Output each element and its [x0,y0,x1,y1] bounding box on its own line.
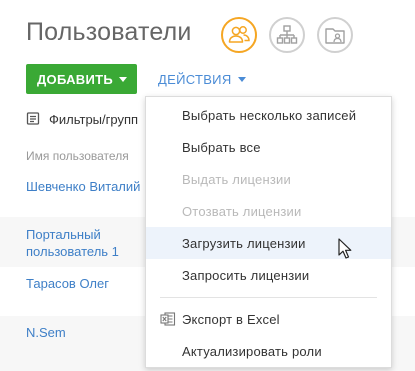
user-name-link[interactable]: N.Sem [26,324,66,341]
user-name-link[interactable]: Тарасов Олег [26,275,109,292]
mouse-cursor-icon [338,238,352,259]
folder-view-button[interactable] [317,17,353,53]
menu-item-label: Загрузить лицензии [182,235,306,251]
chevron-down-icon [119,76,128,82]
menu-divider [160,297,377,298]
menu-item-label: Запросить лицензии [182,267,310,283]
filters-label: Фильтры/групп [49,111,139,127]
menu-item-label: Выдать лицензии [182,171,291,187]
menu-item-request-licenses[interactable]: Запросить лицензии [146,259,391,291]
filters-toggle[interactable]: Фильтры/групп [26,111,138,127]
org-chart-icon [276,25,298,44]
column-header-username[interactable]: Имя пользователя [26,149,129,163]
excel-icon [160,312,176,326]
actions-button-label: ДЕЙСТВИЯ [158,71,232,87]
user-name-link[interactable]: Портальный пользователь 1 [26,226,146,260]
filter-icon [26,112,40,125]
page-title: Пользователи [26,18,192,46]
actions-button[interactable]: ДЕЙСТВИЯ [158,64,246,94]
menu-item-export-excel[interactable]: Экспорт в Excel [146,303,391,335]
users-icon [228,26,250,43]
menu-item-label: Выбрать несколько записей [182,107,357,123]
chevron-down-icon [237,76,246,82]
add-button[interactable]: ДОБАВИТЬ [26,64,137,94]
menu-item-label: Отозвать лицензии [182,203,302,219]
menu-item-actualize-roles[interactable]: Актуализировать роли [146,335,391,367]
add-button-label: ДОБАВИТЬ [37,71,114,87]
menu-item-label: Актуализировать роли [182,343,322,359]
users-view-button[interactable] [221,17,257,53]
org-structure-view-button[interactable] [269,17,305,53]
menu-item-select-all[interactable]: Выбрать все [146,131,391,163]
user-name-link[interactable]: Шевченко Виталий [26,178,140,195]
folder-user-icon [325,28,345,44]
menu-item-grant-licenses: Выдать лицензии [146,163,391,195]
actions-dropdown-menu: Выбрать несколько записей Выбрать все Вы… [145,96,392,368]
menu-item-label: Экспорт в Excel [182,311,280,327]
menu-item-revoke-licenses: Отозвать лицензии [146,195,391,227]
menu-item-select-multiple[interactable]: Выбрать несколько записей [146,99,391,131]
menu-item-upload-licenses[interactable]: Загрузить лицензии [146,227,391,259]
menu-item-label: Выбрать все [182,139,261,155]
